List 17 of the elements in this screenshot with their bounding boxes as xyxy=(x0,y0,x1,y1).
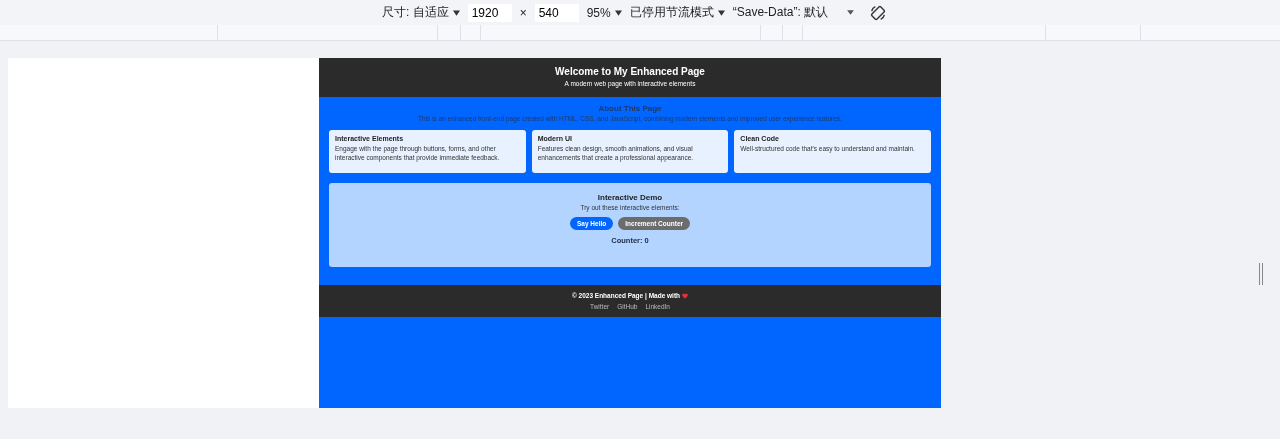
height-field[interactable]: 540 xyxy=(534,3,579,22)
rotate-icon[interactable] xyxy=(869,3,888,22)
page-title: Welcome to My Enhanced Page xyxy=(554,66,706,77)
throttling-dropdown[interactable]: 已停用节流模式 xyxy=(629,4,725,21)
times-sign: × xyxy=(519,5,527,20)
section-title: About This Page xyxy=(598,104,662,113)
caret-icon xyxy=(717,9,725,16)
zoom-dropdown[interactable]: 95% xyxy=(586,5,622,20)
dimensions-dropdown[interactable]: 尺寸: 自适应 xyxy=(382,4,460,21)
demo-title: Interactive Demo xyxy=(597,193,663,202)
resize-handle[interactable] xyxy=(1259,263,1263,285)
caret-icon xyxy=(452,9,460,16)
caret-icon xyxy=(614,9,622,16)
heart-icon xyxy=(682,292,689,299)
caret-icon[interactable] xyxy=(846,9,856,16)
save-data-dropdown[interactable]: “Save-Data”: 默认 xyxy=(732,4,829,21)
width-field[interactable]: 1920 xyxy=(467,3,512,22)
